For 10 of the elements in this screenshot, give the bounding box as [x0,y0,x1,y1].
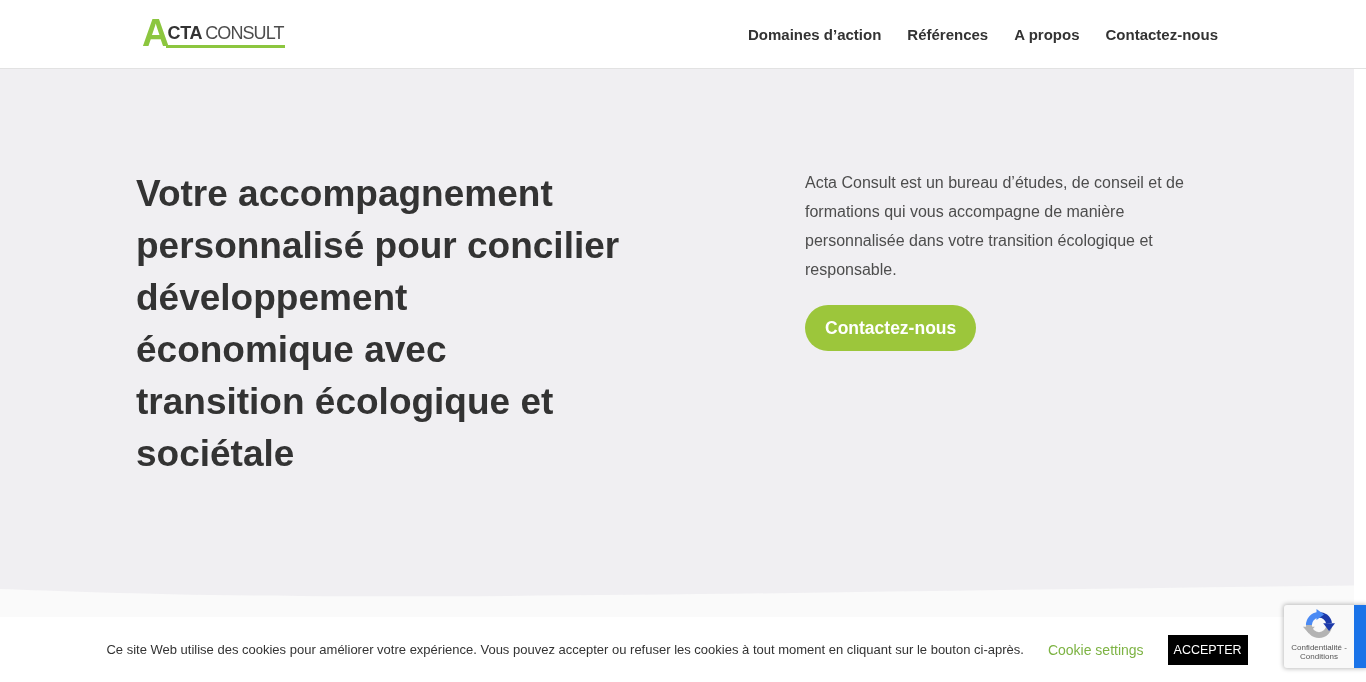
nav-link[interactable]: A propos [1014,25,1080,43]
circular-arrows-icon [1302,609,1336,641]
nav-link[interactable]: Domaines d’action [747,25,882,43]
hero-heading: Votre accompagnement personnalisé pour concilier développement économique avec transition écologique et sociétale [136,172,621,476]
accept-button[interactable]: ACCEPTER [1167,634,1248,665]
hero-description: Acta Consult est un bureau d’études, de conseil et de formations qui vous accompagne de manière personnalisée dans votre transition écologique et responsable. [805,173,1185,280]
captcha-links[interactable]: Confidentialité - Conditions [1285,643,1353,661]
nav-link[interactable]: Références [907,25,989,43]
cookie-message: Ce site Web utilise des cookies pour améliorer votre expérience. Vous pouvez accepter ou refuser les cookies à tout moment en cliquant sur le bouton ci-après. [106,642,1024,657]
nav-link[interactable]: Contactez-nous [1105,25,1218,43]
